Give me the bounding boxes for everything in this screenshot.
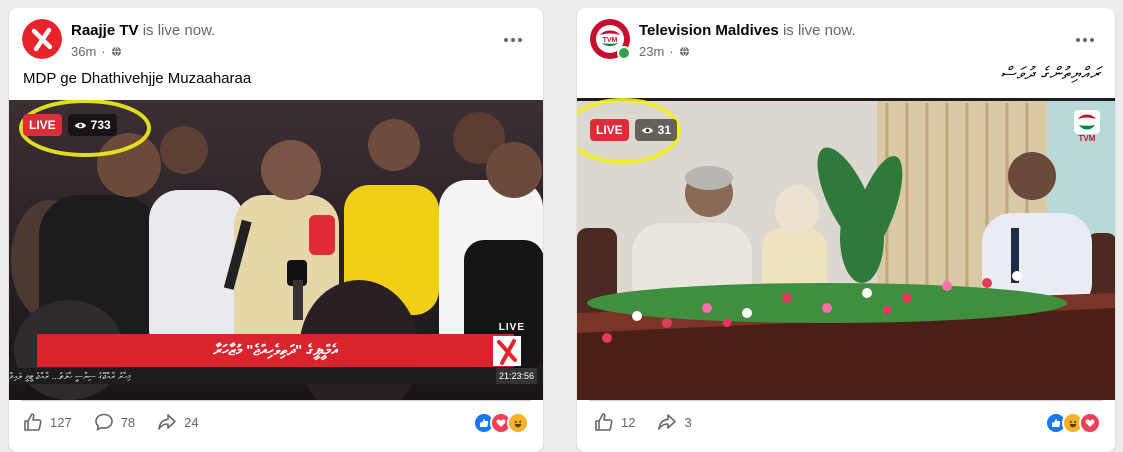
tvm-watermark-text: TVM <box>1078 134 1096 143</box>
ticker-text: މިހާރު ރާއްޖޭގެ ސިޔާސީ ހާލަތު... ރާއްޖެ … <box>9 371 131 381</box>
comment-button[interactable]: 78 <box>94 412 135 432</box>
like-count: 12 <box>621 414 636 430</box>
post-actions: 12 3 <box>594 412 714 432</box>
comment-icon <box>94 413 113 431</box>
lower-third-headline: އެމްޑީޕީގެ "ދަތިވެހިއްޖެ" މުޒާހަރާ <box>213 342 338 359</box>
page-name[interactable]: Television Maldives <box>639 22 779 39</box>
svg-text:TVM: TVM <box>603 37 618 44</box>
video-frame <box>577 98 1115 400</box>
post-caption: MDP ge Dhathivehjje Muzaaharaa <box>23 70 252 87</box>
post-time[interactable]: 23m <box>639 44 664 59</box>
more-icon <box>504 38 522 42</box>
like-button[interactable]: 127 <box>23 412 72 432</box>
share-count: 24 <box>184 414 199 430</box>
live-tag: LIVE <box>590 119 629 141</box>
more-options-button[interactable] <box>503 30 523 50</box>
comment-count: 78 <box>120 414 136 430</box>
post-meta: 23m · <box>639 44 856 59</box>
like-count: 127 <box>50 414 72 430</box>
globe-icon <box>111 46 121 57</box>
share-button[interactable]: 3 <box>657 412 692 432</box>
post-header: Raajje TV is live now. 36m · <box>71 22 215 59</box>
tvm-watermark: TVM <box>1073 110 1101 146</box>
post-actions: 127 78 24 <box>23 412 221 432</box>
share-button[interactable]: 24 <box>157 412 199 432</box>
page-line: Television Maldives is live now. <box>639 22 856 39</box>
post-header: Television Maldives is live now. 23m · <box>639 22 856 59</box>
share-count: 3 <box>684 414 692 430</box>
more-options-button[interactable] <box>1075 30 1095 50</box>
page-line: Raajje TV is live now. <box>71 22 215 39</box>
eye-icon <box>641 127 653 133</box>
eye-icon <box>74 122 86 128</box>
live-indicator: LIVE 31 <box>590 119 678 141</box>
action-divider <box>21 400 531 401</box>
live-tag: LIVE <box>23 114 62 136</box>
haha-reaction-icon <box>507 412 529 434</box>
live-indicator: LIVE 733 <box>23 114 117 136</box>
live-status-text: is live now. <box>142 22 216 39</box>
post-caption: ރައްޔިތުންގެ ދުވަސް <box>1000 64 1101 83</box>
share-icon <box>658 414 677 430</box>
more-icon <box>1076 38 1094 42</box>
reactions-summary[interactable] <box>473 412 529 434</box>
live-video[interactable]: LIVE 31 TVM <box>577 98 1115 400</box>
share-icon <box>158 414 176 430</box>
post-time[interactable]: 36m <box>71 44 96 59</box>
raajje-logo-icon <box>493 336 521 366</box>
like-button[interactable]: 12 <box>594 412 635 432</box>
love-reaction-icon <box>1079 412 1101 434</box>
action-divider <box>589 400 1103 401</box>
tvm-logo-icon <box>1074 110 1100 134</box>
thumbs-up-icon <box>24 413 42 431</box>
channel-live-label: LIVE <box>498 322 525 333</box>
post-card-tvm: TVM Television Maldives is live now. 23m… <box>577 8 1115 452</box>
viewer-count: 733 <box>67 114 117 136</box>
live-video[interactable]: LIVE 733 LIVE އެމްޑީޕީގެ "ދަތިވެހިއްޖެ" … <box>9 100 543 400</box>
viewer-count-value: 31 <box>657 123 672 137</box>
live-status-text: is live now. <box>782 22 856 39</box>
news-ticker: މިހާރު ރާއްޖޭގެ ސިޔާސީ ހާލަތު... ރާއްޖެ … <box>9 368 543 384</box>
tvm-avatar[interactable]: TVM <box>590 19 631 60</box>
reactions-summary[interactable] <box>1045 412 1101 434</box>
post-meta: 36m · <box>71 44 215 59</box>
page-name[interactable]: Raajje TV <box>71 22 139 39</box>
viewer-count: 31 <box>634 119 678 141</box>
viewer-count-value: 733 <box>90 118 111 132</box>
raajje-tv-avatar[interactable] <box>22 19 62 59</box>
news-lower-third: އެމްޑީޕީގެ "ދަތިވެހިއްޖެ" މުޒާހަރާ <box>37 334 514 367</box>
online-indicator <box>617 46 631 60</box>
globe-icon <box>679 46 689 57</box>
post-card-raajje: Raajje TV is live now. 36m · MDP ge Dhat… <box>9 8 543 452</box>
thumbs-up-icon <box>595 413 613 431</box>
broadcast-clock: 21:23:56 <box>495 368 537 384</box>
